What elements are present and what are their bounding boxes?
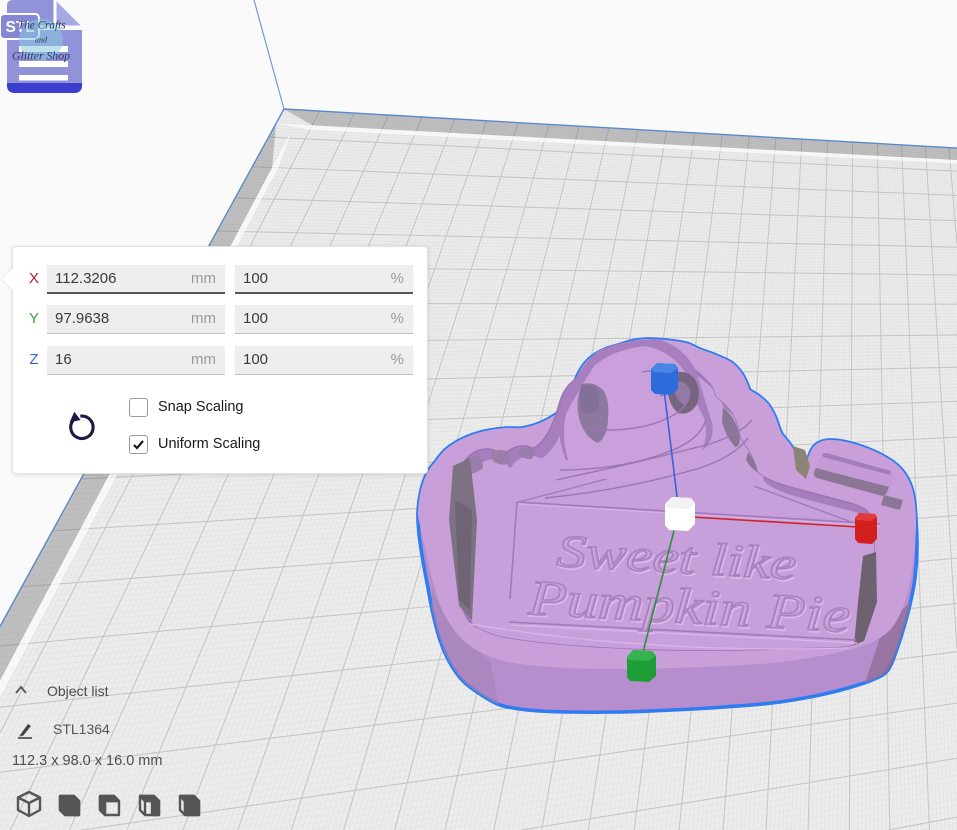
svg-text:Object list: Object list [47, 683, 109, 699]
svg-text:112.3 x 98.0 x 16.0 mm: 112.3 x 98.0 x 16.0 mm [12, 753, 162, 769]
svg-text:The Crafts: The Crafts [18, 20, 66, 32]
svg-text:STL1364: STL1364 [53, 721, 110, 737]
svg-text:and: and [35, 36, 48, 45]
svg-text:Glitter Shop: Glitter Shop [12, 49, 70, 63]
